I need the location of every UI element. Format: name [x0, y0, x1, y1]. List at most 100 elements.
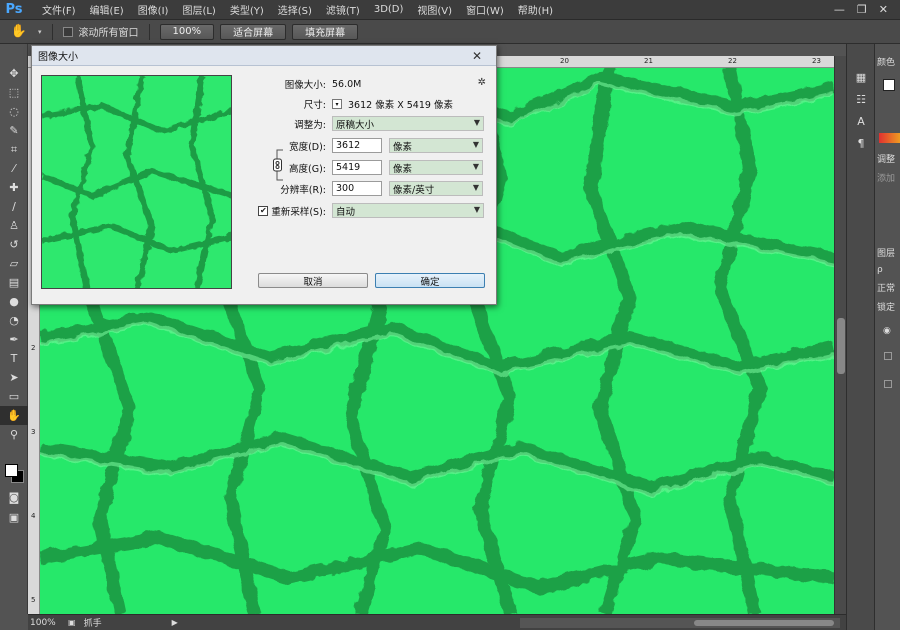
- fit-to-value: 原稿大小: [336, 119, 375, 131]
- color-panel-tab[interactable]: 颜色: [875, 52, 900, 71]
- menu-edit[interactable]: 编辑(E): [83, 2, 131, 17]
- ruler-mark: 20: [560, 57, 569, 65]
- history-brush-tool-icon[interactable]: ↺: [0, 235, 28, 254]
- path-select-tool-icon[interactable]: ➤: [0, 368, 28, 387]
- dimensions-label: 尺寸:: [303, 100, 326, 111]
- chevron-down-icon: ▼: [473, 205, 480, 214]
- pen-tool-icon[interactable]: ✒: [0, 330, 28, 349]
- resample-checkbox[interactable]: ✔: [258, 205, 269, 216]
- chevron-down-icon: ▼: [473, 118, 480, 127]
- minimize-icon[interactable]: —: [834, 3, 845, 16]
- healing-brush-tool-icon[interactable]: ✚: [0, 178, 28, 197]
- ok-button[interactable]: 确定: [375, 273, 485, 288]
- image-preview[interactable]: [41, 75, 232, 289]
- properties-panel-icon[interactable]: ☷: [847, 88, 875, 110]
- status-bar: 100% ▣ 抓手 ▶: [28, 614, 846, 630]
- eraser-tool-icon[interactable]: ▱: [0, 254, 28, 273]
- menu-filter[interactable]: 滤镜(T): [319, 2, 367, 17]
- color-spectrum-bar[interactable]: [879, 133, 900, 143]
- gradient-tool-icon[interactable]: ▤: [0, 273, 28, 292]
- ruler-mark: 21: [644, 57, 653, 65]
- resample-label-wrap: ✔ 重新采样(S):: [242, 204, 332, 218]
- status-menu-arrow-icon[interactable]: ▶: [172, 618, 178, 627]
- menu-layer[interactable]: 图层(L): [175, 2, 222, 17]
- character-panel-icon[interactable]: A: [847, 110, 875, 132]
- ruler-mark: 2: [31, 344, 36, 352]
- fill-screen-button[interactable]: 填充屏幕: [292, 23, 359, 40]
- fit-to-label: 调整为:: [294, 119, 326, 131]
- dodge-tool-icon[interactable]: ◔: [0, 311, 28, 330]
- vertical-scroll-thumb[interactable]: [837, 318, 845, 374]
- vertical-scrollbar[interactable]: [834, 56, 846, 614]
- zoom-100-button[interactable]: 100%: [159, 23, 215, 40]
- height-input[interactable]: 5419: [332, 160, 382, 175]
- fit-to-select[interactable]: 原稿大小 ▼: [332, 116, 484, 131]
- menu-file[interactable]: 文件(F): [35, 2, 83, 17]
- horizontal-scroll-thumb[interactable]: [694, 619, 834, 626]
- menu-select[interactable]: 选择(S): [271, 2, 319, 17]
- brush-tool-icon[interactable]: ∕: [0, 197, 28, 216]
- layer-search-field[interactable]: ρ: [875, 262, 900, 278]
- foreground-color-swatch[interactable]: [5, 464, 18, 477]
- ruler-mark: 4: [31, 512, 36, 520]
- menu-type[interactable]: 类型(Y): [223, 2, 271, 17]
- cancel-button[interactable]: 取消: [258, 273, 368, 288]
- gear-icon[interactable]: ✲: [478, 77, 486, 88]
- blend-mode-select[interactable]: 正常: [875, 278, 900, 297]
- layer-visibility-checkbox[interactable]: [884, 352, 892, 360]
- photoshop-logo: Ps: [5, 2, 23, 17]
- clone-stamp-tool-icon[interactable]: ♙: [0, 216, 28, 235]
- restore-icon[interactable]: ❐: [857, 3, 867, 16]
- layers-panel-tab[interactable]: 图层: [875, 243, 900, 262]
- marquee-tool-icon[interactable]: ⬚: [0, 83, 28, 102]
- type-tool-icon[interactable]: T: [0, 349, 28, 368]
- image-size-label: 图像大小:: [284, 80, 326, 91]
- resolution-input[interactable]: 300: [332, 181, 382, 196]
- close-window-icon[interactable]: ✕: [879, 3, 888, 16]
- resample-method-select[interactable]: 自动 ▼: [332, 203, 484, 218]
- tool-preset-chevron-icon[interactable]: ▾: [38, 28, 42, 36]
- quick-mask-icon[interactable]: ◙: [0, 488, 28, 507]
- tools-panel: ✥ ⬚ ◌ ✎ ⌗ ⁄ ✚ ∕ ♙ ↺ ▱ ▤ ● ◔ ✒ T ➤ ▭ ✋ ⚲ …: [0, 44, 28, 614]
- menu-image[interactable]: 图像(I): [131, 2, 176, 17]
- paragraph-panel-icon[interactable]: ¶: [847, 132, 875, 154]
- shape-tool-icon[interactable]: ▭: [0, 387, 28, 406]
- scroll-all-windows-checkbox[interactable]: [62, 26, 73, 37]
- quick-select-tool-icon[interactable]: ✎: [0, 121, 28, 140]
- resolution-unit-select[interactable]: 像素/英寸 ▼: [389, 181, 483, 196]
- dimensions-value: 3612 像素 X 5419 像素: [348, 100, 453, 111]
- dimensions-unit-chevron-icon[interactable]: ▾: [332, 99, 342, 109]
- height-label: 高度(G):: [289, 163, 326, 175]
- menu-bar: Ps 文件(F) 编辑(E) 图像(I) 图层(L) 类型(Y) 选择(S) 滤…: [0, 0, 900, 20]
- adjustments-panel-tab[interactable]: 调整: [875, 149, 900, 168]
- width-input[interactable]: 3612: [332, 138, 382, 153]
- blur-tool-icon[interactable]: ●: [0, 292, 28, 311]
- dialog-title-bar[interactable]: 图像大小: [32, 46, 496, 66]
- move-tool-icon[interactable]: ✥: [0, 64, 28, 83]
- panel-color-swatch[interactable]: [883, 79, 895, 91]
- menu-help[interactable]: 帮助(H): [511, 2, 560, 17]
- history-panel-icon[interactable]: ▦: [847, 66, 875, 88]
- zoom-tool-icon[interactable]: ⚲: [0, 425, 28, 444]
- menu-window[interactable]: 窗口(W): [459, 2, 511, 17]
- chevron-down-icon: ▼: [472, 183, 479, 192]
- document-info-icon[interactable]: ▣: [68, 618, 76, 627]
- hand-tool-icon[interactable]: ✋: [0, 406, 28, 425]
- layer-visibility-eye-icon[interactable]: ◉: [883, 326, 900, 336]
- zoom-level[interactable]: 100%: [30, 618, 60, 628]
- hand-icon[interactable]: ✋: [6, 23, 32, 41]
- fit-screen-button[interactable]: 适合屏幕: [220, 23, 287, 40]
- height-unit-select[interactable]: 像素 ▼: [389, 160, 483, 175]
- width-unit-select[interactable]: 像素 ▼: [389, 138, 483, 153]
- ruler-mark: 23: [812, 57, 821, 65]
- close-icon[interactable]: ✕: [464, 48, 490, 63]
- crop-tool-icon[interactable]: ⌗: [0, 140, 28, 159]
- menu-3d[interactable]: 3D(D): [367, 4, 411, 15]
- height-unit-value: 像素: [393, 163, 413, 175]
- eyedropper-tool-icon[interactable]: ⁄: [0, 159, 28, 178]
- screen-mode-icon[interactable]: ▣: [0, 508, 28, 527]
- layer-visibility-checkbox[interactable]: [884, 380, 892, 388]
- horizontal-scrollbar[interactable]: [520, 617, 840, 628]
- menu-view[interactable]: 视图(V): [410, 2, 459, 17]
- lasso-tool-icon[interactable]: ◌: [0, 102, 28, 121]
